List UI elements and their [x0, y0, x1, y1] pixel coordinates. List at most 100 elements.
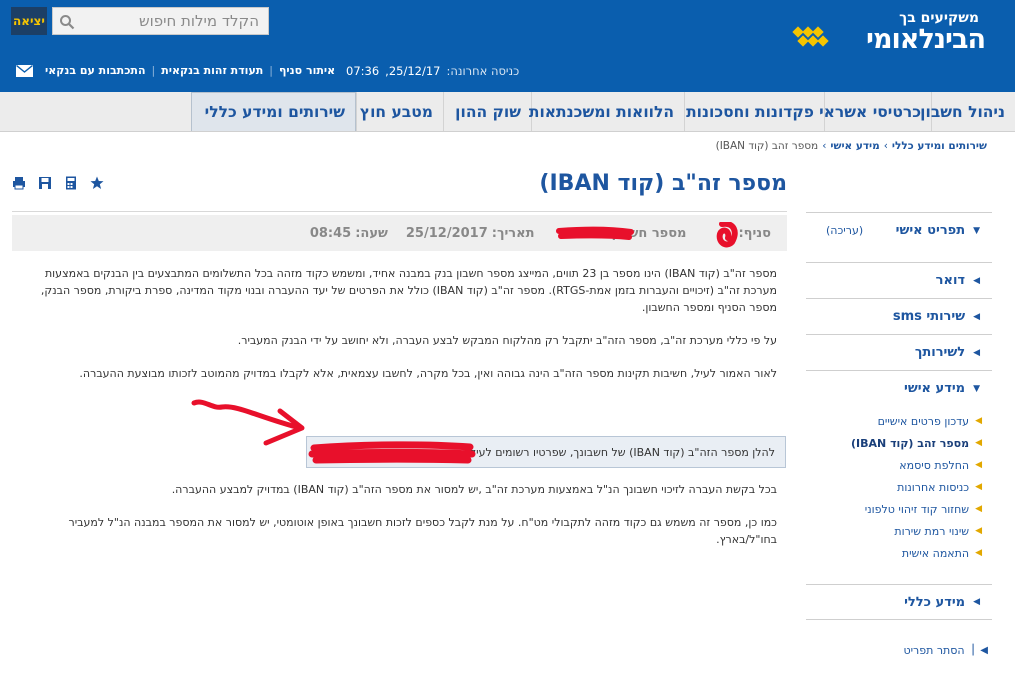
divider [12, 211, 787, 212]
edit-link[interactable]: (עריכה) [826, 224, 863, 237]
main-nav: ניהול חשבון כרטיסי אשראי פקדונות וחסכונו… [0, 92, 1015, 132]
nav-services-info[interactable]: שירותים ומידע כללי [191, 92, 356, 131]
submenu-label: עדכון פרטים אישיים [877, 414, 970, 428]
logo-text[interactable]: הבינלאומי [866, 24, 986, 55]
triangle-left-icon: ◀ [973, 597, 980, 607]
last-login-date: 25/12/17, [385, 64, 441, 78]
star-icon[interactable] [90, 176, 104, 190]
collapse-icon: ◀▏ [972, 645, 988, 656]
last-login-label: כניסה אחרונה: [446, 64, 520, 78]
personal-info-submenu: ◀ עדכון פרטים אישיים ◀ מספר זהב (קוד IBAN)… [806, 406, 992, 570]
arrow-icon: ◀ [975, 416, 982, 426]
bank-id-link[interactable]: תעודת זהות בנקאית [161, 64, 263, 77]
divider: | [269, 64, 273, 77]
submenu-item-change-password[interactable]: ◀ החלפת סיסמא [806, 454, 992, 476]
submenu-label: מספר זהב (קוד IBAN) [851, 436, 970, 450]
sidebar-item-label: שירותי sms [892, 309, 966, 324]
breadcrumb-current: מספר זהב (קוד IBAN) [715, 140, 819, 152]
hide-menu-link[interactable]: ◀▏ הסתר תפריט [903, 644, 992, 657]
search-box [52, 7, 269, 35]
iban-box-label: להלן מספר הזה"ב (קוד IBAN) של חשבונך, שפ… [466, 445, 775, 459]
branch-label: סניף: [738, 225, 771, 241]
sidebar-item-label: תפריט אישי [895, 223, 966, 238]
triangle-left-icon: ◀ [973, 347, 980, 358]
nav-loans-mortgages[interactable]: הלוואות ומשכנתאות [529, 92, 684, 131]
submenu-item-last-logins[interactable]: ◀ כניסות אחרונות [806, 476, 992, 498]
submenu-label: החלפת סיסמא [899, 458, 970, 472]
redaction-mark-account [556, 226, 634, 240]
search-icon[interactable] [59, 14, 75, 30]
submenu-item-restore-phone-code[interactable]: ◀ שחזור קוד זיהוי טלפוני [806, 498, 992, 520]
arrow-icon: ◀ [975, 482, 982, 492]
main-content: מספר זה"ב (קוד IBAN) הינו מספר בן 23 תוו… [12, 265, 787, 398]
sidebar-item-label: לשירותך [914, 345, 966, 360]
redaction-mark-branch [716, 222, 738, 248]
redaction-mark-iban [308, 441, 476, 464]
sidebar-item-label: דואר [935, 273, 966, 288]
paragraph: לאור האמור לעיל, חשיבות תקינות מספר הזה"… [79, 367, 777, 380]
logo-icon [792, 26, 829, 50]
last-login-time: 07:36 [346, 64, 380, 78]
breadcrumb-separator: › [883, 140, 888, 152]
mail-icon[interactable] [16, 64, 33, 77]
calculator-icon[interactable] [64, 176, 78, 190]
sidebar-item-label: מידע כללי [904, 594, 966, 610]
submenu-label: כניסות אחרונות [897, 480, 970, 494]
save-icon[interactable] [38, 176, 52, 190]
sidebar: ▼ תפריט אישי (עריכה) ◀ דואר ◀ שירותי sms… [806, 212, 992, 680]
main-content-continued: בכל בקשת העברה לזיכוי חשבונך הנ"ל באמצעו… [12, 481, 787, 564]
submenu-label: שינוי רמת שירות [894, 524, 970, 538]
last-login: כניסה אחרונה: 25/12/17, 07:36 [346, 64, 519, 78]
paragraph: מספר זה"ב (קוד IBAN) הינו מספר בן 23 תוו… [40, 267, 777, 314]
date-label: תאריך: [491, 225, 535, 241]
triangle-down-icon: ▼ [973, 225, 980, 236]
sidebar-item-mail[interactable]: ◀ דואר [806, 262, 992, 298]
submenu-item-service-level[interactable]: ◀ שינוי רמת שירות [806, 520, 992, 542]
arrow-icon: ◀ [975, 438, 982, 448]
breadcrumb-item[interactable]: מידע אישי [830, 140, 879, 152]
triangle-left-icon: ◀ [973, 275, 980, 286]
search-input[interactable] [79, 8, 265, 34]
sidebar-item-general-info[interactable]: ◀ מידע כללי [806, 584, 992, 620]
time-value: 08:45 [309, 225, 352, 241]
exit-button[interactable]: יציאה [11, 7, 47, 35]
nav-foreign-currency[interactable]: מטבע חוץ [356, 92, 443, 131]
submenu-item-iban[interactable]: ◀ מספר זהב (קוד IBAN) [806, 432, 992, 454]
banker-correspondence-link[interactable]: התכתבות עם בנקאי [45, 64, 146, 77]
arrow-icon: ◀ [975, 548, 982, 558]
sidebar-item-label: מידע אישי [904, 381, 966, 396]
paragraph: על פי כללי מערכת זה"ב, מספר הזה"ב יתקבל … [237, 334, 777, 347]
date-value: 25/12/2017 [405, 225, 488, 241]
arrow-icon: ◀ [975, 460, 982, 470]
nav-deposits-savings[interactable]: פקדונות וחסכונות [684, 92, 824, 131]
sidebar-item-profile[interactable]: ▼ תפריט אישי (עריכה) [806, 212, 992, 248]
paragraph: בכל בקשת העברה לזיכוי חשבונך הנ"ל באמצעו… [171, 483, 777, 496]
breadcrumb-separator: › [822, 140, 827, 152]
sidebar-item-personal-info[interactable]: ▼ מידע אישי [806, 370, 992, 406]
nav-credit-cards[interactable]: כרטיסי אשראי [819, 92, 931, 131]
submenu-label: שחזור קוד זיהוי טלפוני [864, 502, 970, 516]
sidebar-item-sms[interactable]: ◀ שירותי sms [806, 298, 992, 334]
arrow-icon: ◀ [975, 504, 982, 514]
print-icon[interactable] [12, 176, 26, 190]
submenu-item-update-details[interactable]: ◀ עדכון פרטים אישיים [806, 410, 992, 432]
nav-capital-market[interactable]: שוק ההון [443, 92, 531, 131]
time-label: שעה: [355, 225, 388, 241]
arrow-icon: ◀ [975, 526, 982, 536]
hide-menu-label: הסתר תפריט [903, 644, 965, 657]
site-header: משקיעים בך הבינלאומי יציאה כניסה אחרונה:… [0, 0, 1015, 92]
branch-locator-link[interactable]: איתור סניף [279, 64, 335, 77]
divider: | [151, 64, 156, 77]
page-title: מספר זה"ב (קוד IBAN) [539, 171, 787, 196]
annotation-arrow [191, 399, 305, 446]
nav-account-management[interactable]: ניהול חשבון [920, 92, 1015, 131]
submenu-label: התאמה אישית [901, 546, 970, 560]
triangle-down-icon: ▼ [973, 383, 980, 394]
sidebar-item-for-you[interactable]: ◀ לשירותך [806, 334, 992, 370]
submenu-item-personalize[interactable]: ◀ התאמה אישית [806, 542, 992, 564]
account-info-bar: סניף: מספר חשבון: תאריך: 25/12/2017 שעה:… [12, 215, 787, 251]
breadcrumb-item[interactable]: שירותים ומידע כללי [892, 140, 987, 152]
page-tools [12, 176, 104, 190]
